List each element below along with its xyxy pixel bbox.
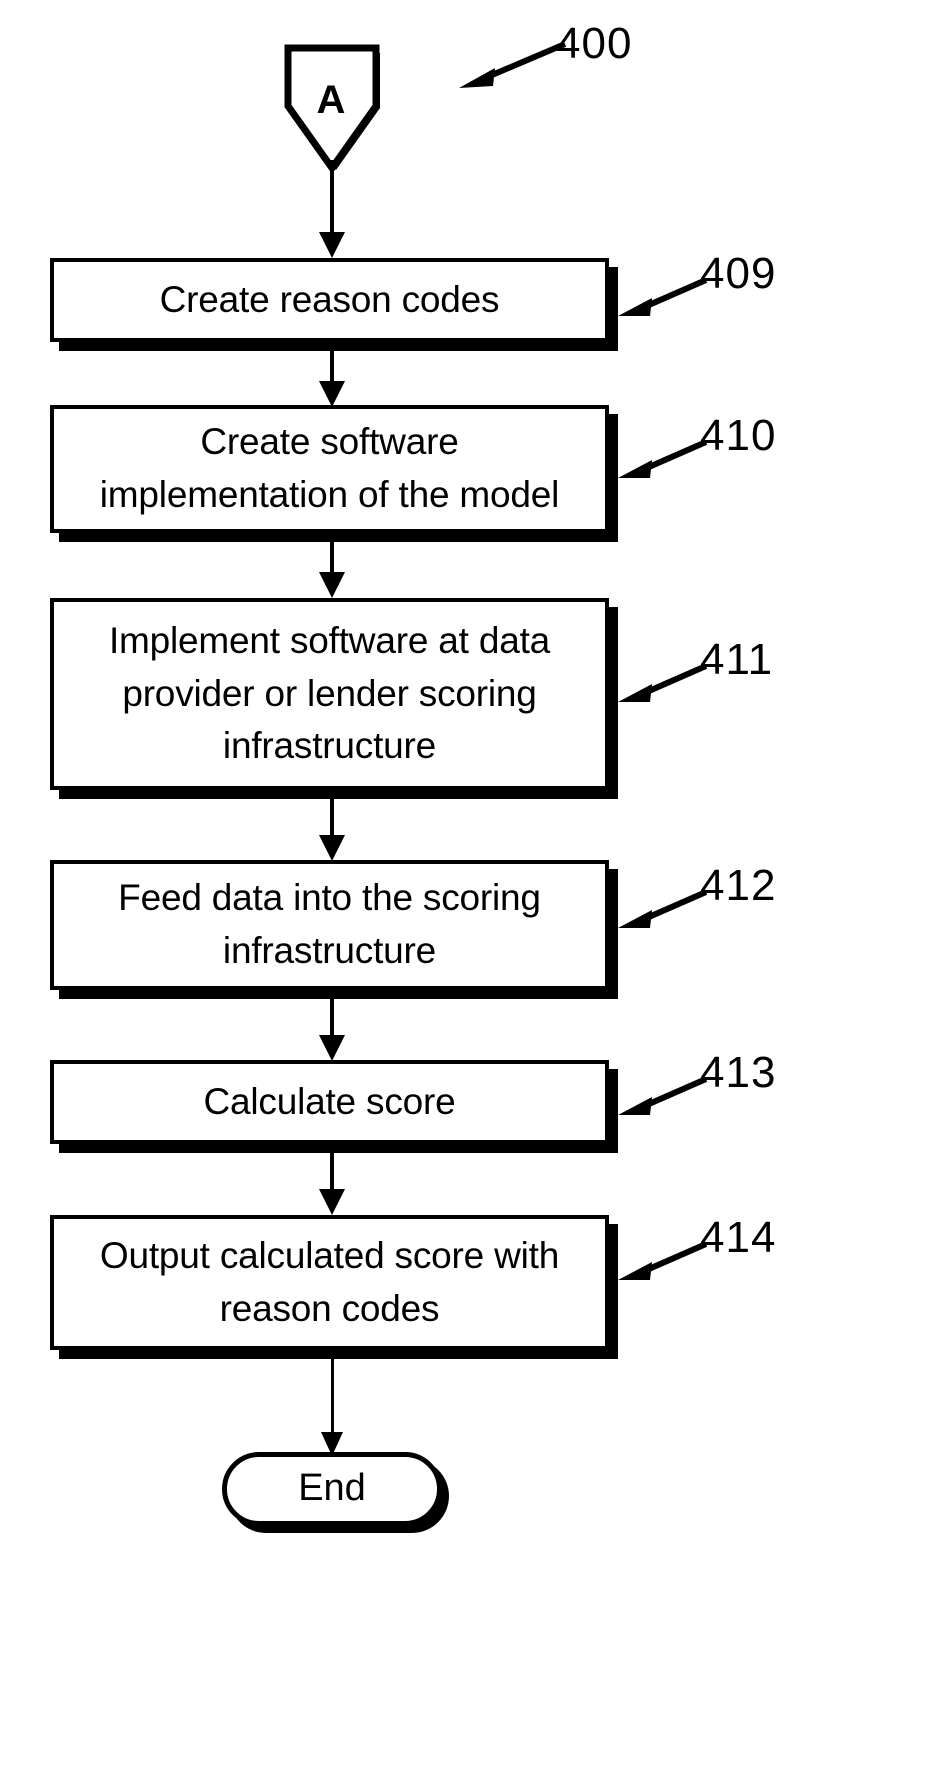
down-arrow-icon-to-409 (318, 186, 346, 258)
reference-numeral-413: 413 (700, 1048, 777, 1097)
down-arrow-icon-to-410 (318, 351, 346, 407)
process-box-412-label: Feed data into the scoring infrastructur… (118, 877, 541, 971)
process-box-410-label: Create software implementation of the mo… (99, 421, 560, 515)
patent-figure-400: A 400 Create reason codes 409 Create sof… (0, 0, 941, 1782)
leader-line-410 (618, 439, 708, 478)
leader-line-413 (618, 1076, 708, 1115)
connector-a: A (280, 44, 386, 175)
reference-numeral-409: 409 (700, 249, 777, 298)
reference-numeral-410: 410 (700, 411, 777, 460)
process-box-409: Create reason codes (50, 258, 609, 342)
down-arrow-icon-to-411 (318, 542, 346, 598)
connector-a-label: A (316, 78, 346, 122)
process-box-409-label: Create reason codes (159, 278, 500, 320)
process-box-414: Output calculated score with reason code… (50, 1215, 609, 1350)
down-arrow-icon-to-412 (318, 799, 346, 861)
figure-ref-400: 400 (556, 19, 633, 68)
reference-numeral-411: 411 (700, 635, 774, 684)
connector-a-stem (330, 160, 334, 188)
process-box-411-label: Implement software at data provider or l… (108, 620, 551, 767)
leader-line-411 (618, 663, 708, 702)
reference-numeral-412: 412 (700, 861, 777, 910)
leader-line-414 (618, 1241, 708, 1280)
process-box-413-label: Calculate score (203, 1080, 456, 1122)
leader-line-409 (618, 277, 708, 316)
reference-numeral-414: 414 (700, 1213, 777, 1262)
leader-line-400 (459, 41, 567, 88)
terminator-end: End (222, 1452, 442, 1526)
down-arrow-icon-to-end (320, 1358, 344, 1456)
process-box-410: Create software implementation of the mo… (50, 405, 609, 533)
process-box-414-label: Output calculated score with reason code… (99, 1234, 560, 1329)
process-box-413: Calculate score (50, 1060, 609, 1144)
down-arrow-icon-to-413 (318, 999, 346, 1061)
down-arrow-icon-to-414 (318, 1153, 346, 1215)
terminator-end-label: End (298, 1467, 366, 1510)
process-box-412: Feed data into the scoring infrastructur… (50, 860, 609, 990)
process-box-411: Implement software at data provider or l… (50, 598, 609, 790)
leader-line-412 (618, 889, 708, 928)
